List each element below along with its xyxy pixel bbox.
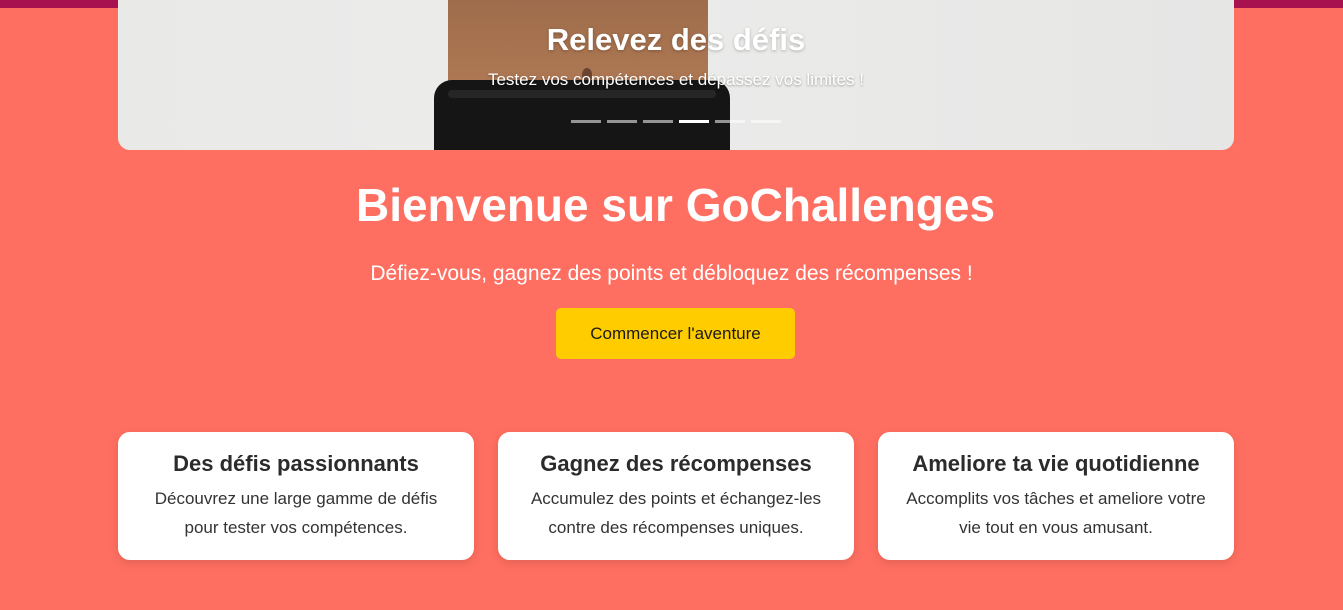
carousel-indicator-2[interactable] [607, 120, 637, 123]
feature-card-title: Des défis passionnants [173, 451, 419, 476]
feature-card-text: Accumulez des points et échangez-les con… [530, 489, 822, 537]
feature-card-title: Ameliore ta vie quotidienne [912, 451, 1200, 476]
carousel-subtitle: Testez vos compétences et dépassez vos l… [487, 70, 865, 89]
carousel-indicators [118, 120, 1234, 123]
carousel-title: Relevez des défis [546, 22, 806, 57]
page-subtitle: Défiez-vous, gagnez des points et débloq… [370, 262, 973, 285]
carousel-indicator-3[interactable] [643, 120, 673, 123]
start-adventure-button[interactable]: Commencer l'aventure [556, 308, 795, 359]
carousel-indicator-6[interactable] [751, 120, 781, 123]
feature-card-text: Accomplits vos tâches et ameliore votre … [906, 489, 1206, 537]
feature-card-text: Découvrez une large gamme de défis pour … [154, 489, 438, 537]
feature-cards: Des défis passionnants Découvrez une lar… [118, 432, 1234, 560]
carousel-indicator-5[interactable] [715, 120, 745, 123]
hero-carousel[interactable]: Relevez des défis Testez vos compétences… [118, 0, 1234, 150]
carousel-indicator-4[interactable] [679, 120, 709, 123]
carousel-indicator-1[interactable] [571, 120, 601, 123]
feature-card-rewards: Gagnez des récompenses Accumulez des poi… [498, 432, 854, 560]
page-title: Bienvenue sur GoChallenges [355, 179, 996, 231]
feature-card-daily-life: Ameliore ta vie quotidienne Accomplits v… [878, 432, 1234, 560]
feature-card-challenges: Des défis passionnants Découvrez une lar… [118, 432, 474, 560]
feature-card-title: Gagnez des récompenses [540, 451, 812, 476]
carousel-caption: Relevez des défis Testez vos compétences… [118, 22, 1234, 90]
hero-section: Bienvenue sur GoChallenges Défiez-vous, … [0, 176, 1343, 286]
